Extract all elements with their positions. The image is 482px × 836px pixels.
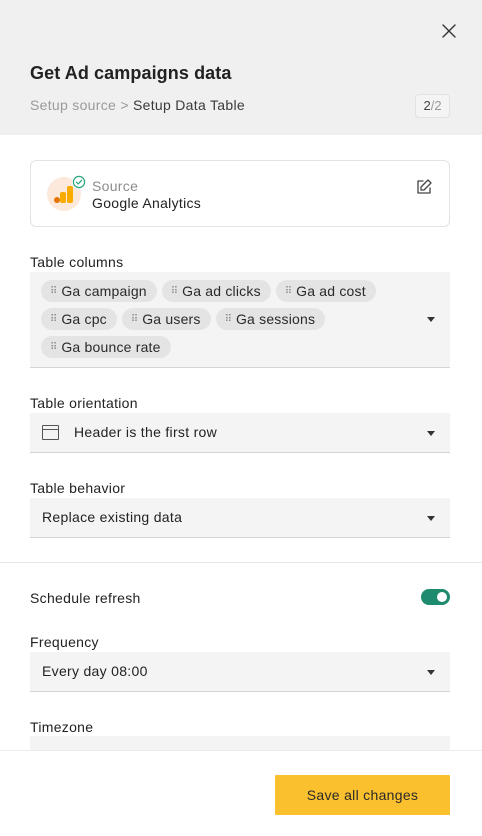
- column-chip-label: Ga users: [142, 311, 201, 327]
- column-chips: ⠿ Ga campaign ⠿ Ga ad clicks ⠿ Ga ad cost ⠿ Ga …: [41, 280, 411, 358]
- column-chip[interactable]: ⠿ Ga ad cost: [275, 280, 376, 302]
- column-chip-label: Ga cpc: [61, 311, 107, 327]
- drag-handle-icon[interactable]: ⠿: [225, 314, 232, 325]
- frequency-value: Every day 08:00: [42, 663, 148, 679]
- chevron-down-icon: [427, 516, 435, 521]
- chevron-down-icon: [427, 670, 435, 675]
- column-chip[interactable]: ⠿ Ga campaign: [41, 280, 157, 302]
- drag-handle-icon[interactable]: ⠿: [171, 286, 178, 297]
- section-divider: [0, 562, 482, 563]
- breadcrumb-separator: >: [120, 97, 129, 113]
- header-row-icon: [42, 425, 59, 440]
- column-chip[interactable]: ⠿ Ga bounce rate: [41, 336, 171, 358]
- close-icon[interactable]: [438, 20, 460, 42]
- chevron-down-icon[interactable]: [427, 317, 435, 322]
- column-chip[interactable]: ⠿ Ga ad clicks: [161, 280, 271, 302]
- frequency-label: Frequency: [30, 634, 99, 650]
- table-columns-field[interactable]: ⠿ Ga campaign ⠿ Ga ad clicks ⠿ Ga ad cost ⠿ Ga …: [30, 272, 450, 368]
- breadcrumb-current: Setup Data Table: [133, 97, 245, 113]
- step-current: 2: [423, 98, 431, 113]
- schedule-refresh-toggle[interactable]: [421, 589, 450, 605]
- drag-handle-icon[interactable]: ⠿: [285, 286, 292, 297]
- table-behavior-label: Table behavior: [30, 480, 126, 496]
- source-label: Source: [92, 178, 139, 194]
- table-orientation-value: Header is the first row: [74, 424, 218, 440]
- source-card: Source Google Analytics: [30, 160, 450, 227]
- drag-handle-icon[interactable]: ⠿: [50, 342, 57, 353]
- column-chip-label: Ga ad cost: [296, 283, 366, 299]
- chevron-down-icon: [427, 431, 435, 436]
- column-chip[interactable]: ⠿ Ga sessions: [215, 308, 326, 330]
- timezone-select[interactable]: [30, 736, 450, 750]
- drag-handle-icon[interactable]: ⠿: [50, 314, 57, 325]
- page-title: Get Ad campaigns data: [30, 63, 232, 83]
- drag-handle-icon[interactable]: ⠿: [131, 314, 138, 325]
- check-circle-icon: [72, 175, 86, 189]
- column-chip-label: Ga bounce rate: [61, 339, 161, 355]
- step-indicator: 2/2: [415, 94, 450, 118]
- footer-bar: Save all changes: [0, 750, 482, 836]
- schedule-refresh-label: Schedule refresh: [30, 590, 141, 606]
- table-orientation-label: Table orientation: [30, 395, 138, 411]
- panel-header: Get Ad campaigns data Setup source > Set…: [0, 0, 482, 135]
- step-total: 2: [434, 98, 442, 113]
- toggle-knob: [437, 592, 447, 602]
- breadcrumb: Setup source > Setup Data Table: [30, 97, 245, 113]
- table-columns-label: Table columns: [30, 254, 124, 270]
- source-name: Google Analytics: [92, 195, 202, 211]
- drag-handle-icon[interactable]: ⠿: [50, 286, 57, 297]
- column-chip-label: Ga campaign: [61, 283, 147, 299]
- column-chip[interactable]: ⠿ Ga users: [121, 308, 211, 330]
- breadcrumb-previous[interactable]: Setup source: [30, 97, 116, 113]
- table-behavior-value: Replace existing data: [42, 509, 183, 525]
- edit-icon[interactable]: [415, 178, 433, 196]
- column-chip[interactable]: ⠿ Ga cpc: [41, 308, 117, 330]
- table-orientation-select[interactable]: Header is the first row: [30, 413, 450, 453]
- table-behavior-select[interactable]: Replace existing data: [30, 498, 450, 538]
- save-button[interactable]: Save all changes: [275, 775, 450, 815]
- column-chip-label: Ga ad clicks: [182, 283, 261, 299]
- timezone-label: Timezone: [30, 719, 94, 735]
- frequency-select[interactable]: Every day 08:00: [30, 652, 450, 692]
- column-chip-label: Ga sessions: [235, 311, 316, 327]
